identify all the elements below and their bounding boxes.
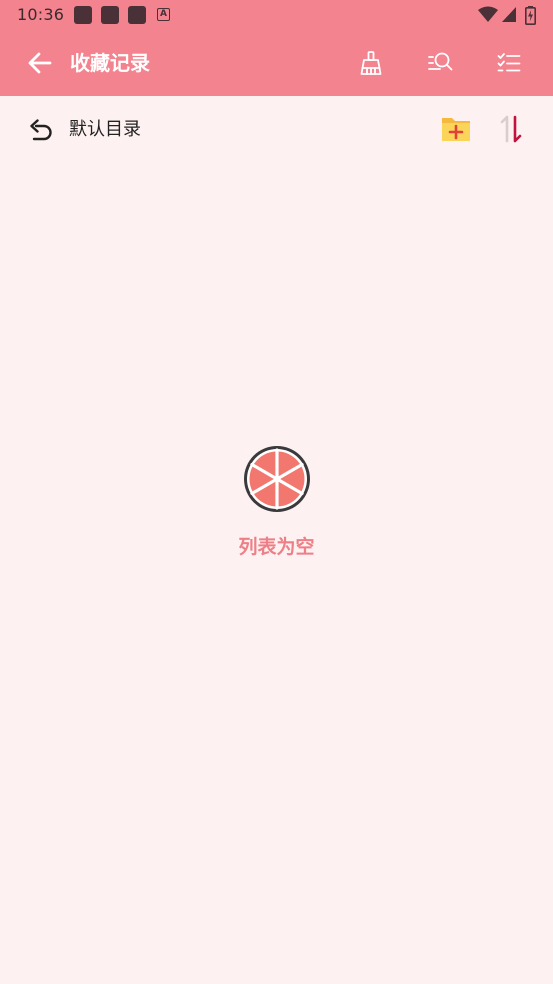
app-icon xyxy=(128,6,146,24)
sort-icon[interactable] xyxy=(498,113,526,145)
page-title: 收藏记录 xyxy=(70,51,150,75)
a-icon: A xyxy=(157,8,170,21)
app-icon xyxy=(74,6,92,24)
status-time: 10:36 xyxy=(17,5,65,24)
directory-bar: 默认目录 xyxy=(0,96,553,164)
checklist-icon[interactable] xyxy=(495,49,523,77)
battery-icon xyxy=(525,6,536,25)
grapefruit-icon xyxy=(243,446,310,512)
status-bar: 10:36 A xyxy=(0,0,553,30)
app-icon xyxy=(101,6,119,24)
wifi-icon xyxy=(478,6,498,22)
empty-state: 列表为空 xyxy=(0,444,553,559)
arrow-left-icon[interactable] xyxy=(26,49,54,77)
top-app-bar: 收藏记录 xyxy=(0,30,553,96)
signal-icon xyxy=(502,7,516,22)
directory-name[interactable]: 默认目录 xyxy=(69,117,141,143)
empty-message: 列表为空 xyxy=(238,536,315,558)
folder-plus-icon[interactable] xyxy=(440,113,472,145)
search-list-icon[interactable] xyxy=(426,49,454,77)
broom-icon[interactable] xyxy=(357,49,385,77)
undo-icon[interactable] xyxy=(28,117,54,143)
